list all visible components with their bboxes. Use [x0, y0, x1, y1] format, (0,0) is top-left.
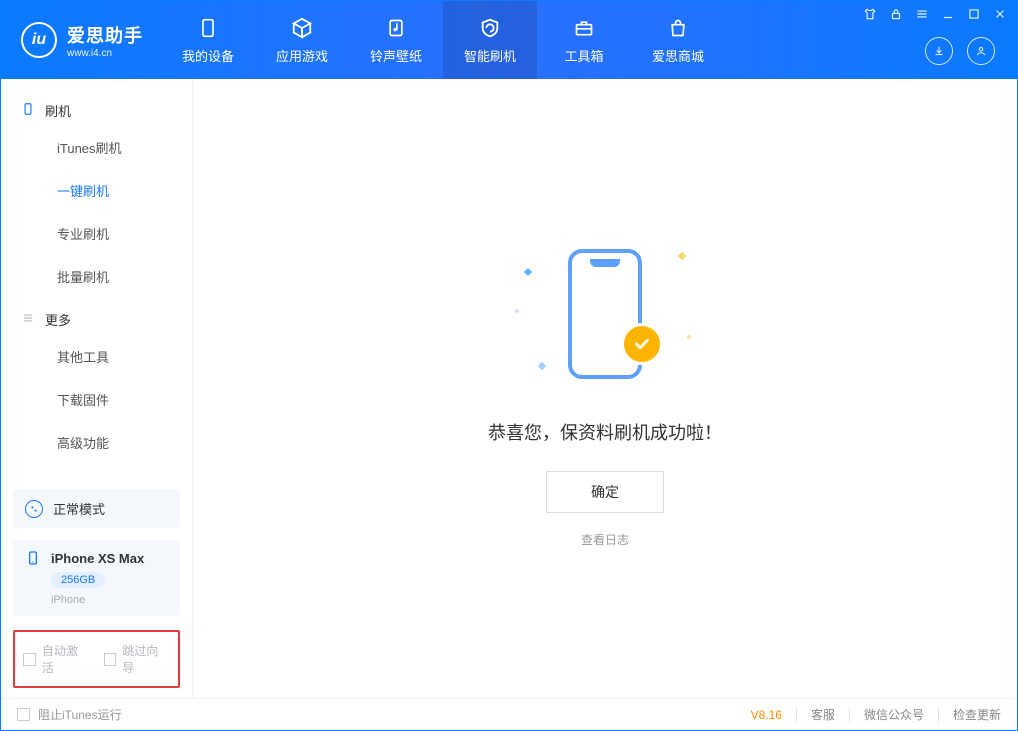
tshirt-icon[interactable] — [863, 7, 877, 21]
sidebar: 刷机 iTunes刷机 一键刷机 专业刷机 批量刷机 更多 其他工具 下载固件 … — [1, 79, 193, 698]
header: iu 爱思助手 www.i4.cn 我的设备 应用游戏 — [1, 1, 1017, 79]
shopping-bag-icon — [666, 16, 690, 40]
sparkle-icon — [524, 267, 532, 275]
menu-icon[interactable] — [915, 7, 929, 21]
dot-icon — [515, 309, 519, 313]
check-update-link[interactable]: 检查更新 — [953, 706, 1001, 723]
tab-smart-flash[interactable]: 智能刷机 — [443, 1, 537, 79]
skip-guide-label: 跳过向导 — [122, 642, 170, 676]
tab-label: 智能刷机 — [464, 46, 516, 65]
result-panel: 恭喜您，保资料刷机成功啦！ 确定 查看日志 — [488, 229, 722, 549]
nav-pro-flash[interactable]: 专业刷机 — [1, 212, 192, 255]
divider — [849, 708, 850, 722]
refresh-shield-icon — [478, 16, 502, 40]
ok-button[interactable]: 确定 — [546, 471, 664, 513]
view-log-link[interactable]: 查看日志 — [581, 533, 629, 547]
block-itunes-label: 阻止iTunes运行 — [38, 706, 122, 723]
phone-icon — [196, 16, 220, 40]
success-check-badge — [621, 323, 663, 365]
main-content: 恭喜您，保资料刷机成功啦！ 确定 查看日志 — [193, 79, 1017, 698]
dot-icon — [687, 335, 691, 339]
version-label: V8.16 — [751, 708, 782, 722]
nav-advanced[interactable]: 高级功能 — [1, 421, 192, 464]
options-highlight-box: 自动激活 跳过向导 — [13, 630, 180, 688]
checkbox-icon — [104, 653, 117, 666]
status-left: 阻止iTunes运行 — [17, 706, 122, 723]
nav-one-click-flash[interactable]: 一键刷机 — [1, 169, 192, 212]
tab-label: 爱思商城 — [652, 46, 704, 65]
tab-store[interactable]: 爱思商城 — [631, 1, 725, 79]
tab-label: 工具箱 — [564, 46, 603, 65]
minimize-icon[interactable] — [941, 7, 955, 21]
tab-label: 铃声壁纸 — [370, 46, 422, 65]
window-controls — [863, 7, 1007, 21]
nav-other-tools[interactable]: 其他工具 — [1, 335, 192, 378]
tab-apps-games[interactable]: 应用游戏 — [255, 1, 349, 79]
divider — [938, 708, 939, 722]
logo-block: iu 爱思助手 www.i4.cn — [1, 1, 161, 79]
user-account-button[interactable] — [967, 37, 995, 65]
close-icon[interactable] — [993, 7, 1007, 21]
checkbox-icon — [23, 653, 36, 666]
section-flash-header: 刷机 — [1, 89, 192, 126]
normal-mode-icon — [25, 500, 43, 518]
sparkle-icon — [678, 251, 686, 259]
checkbox-skip-guide[interactable]: 跳过向导 — [104, 642, 171, 676]
device-card[interactable]: iPhone XS Max 256GB iPhone — [13, 540, 180, 616]
toolbox-icon — [572, 16, 596, 40]
nav-download-firmware[interactable]: 下载固件 — [1, 378, 192, 421]
success-illustration — [495, 229, 715, 399]
brand-name: 爱思助手 — [67, 22, 143, 48]
section-more-label: 更多 — [45, 310, 71, 329]
music-note-icon — [384, 16, 408, 40]
body: 刷机 iTunes刷机 一键刷机 专业刷机 批量刷机 更多 其他工具 下载固件 … — [1, 79, 1017, 698]
tab-toolbox[interactable]: 工具箱 — [537, 1, 631, 79]
cube-icon — [290, 16, 314, 40]
device-phone-icon — [25, 550, 41, 566]
brand-url: www.i4.cn — [67, 48, 143, 59]
support-link[interactable]: 客服 — [811, 706, 835, 723]
checkbox-icon — [17, 708, 30, 721]
status-bar: 阻止iTunes运行 V8.16 客服 微信公众号 检查更新 — [1, 698, 1017, 730]
lock-icon[interactable] — [889, 7, 903, 21]
divider — [796, 708, 797, 722]
status-right: V8.16 客服 微信公众号 检查更新 — [751, 706, 1001, 723]
checkbox-auto-activate[interactable]: 自动激活 — [23, 642, 90, 676]
sparkle-icon — [538, 361, 546, 369]
auto-activate-label: 自动激活 — [42, 642, 90, 676]
app-window: iu 爱思助手 www.i4.cn 我的设备 应用游戏 — [0, 0, 1018, 731]
logo-icon: iu — [21, 22, 57, 58]
success-message: 恭喜您，保资料刷机成功啦！ — [488, 419, 722, 445]
phone-outline-icon — [21, 102, 35, 119]
tab-my-device[interactable]: 我的设备 — [161, 1, 255, 79]
mode-card[interactable]: 正常模式 — [13, 489, 180, 528]
header-tabs: 我的设备 应用游戏 铃声壁纸 智能刷机 — [161, 1, 725, 79]
header-circle-buttons — [925, 37, 995, 65]
maximize-icon[interactable] — [967, 7, 981, 21]
nav-itunes-flash[interactable]: iTunes刷机 — [1, 126, 192, 169]
device-type: iPhone — [51, 594, 168, 606]
mode-label: 正常模式 — [53, 499, 105, 518]
tab-label: 应用游戏 — [276, 46, 328, 65]
device-storage: 256GB — [51, 572, 105, 588]
tab-label: 我的设备 — [182, 46, 234, 65]
device-name: iPhone XS Max — [51, 551, 144, 566]
checkbox-block-itunes[interactable]: 阻止iTunes运行 — [17, 706, 122, 723]
logo-text: 爱思助手 www.i4.cn — [67, 22, 143, 59]
download-button[interactable] — [925, 37, 953, 65]
section-flash-label: 刷机 — [45, 101, 71, 120]
section-more-header: 更多 — [1, 298, 192, 335]
nav-batch-flash[interactable]: 批量刷机 — [1, 255, 192, 298]
wechat-link[interactable]: 微信公众号 — [864, 706, 924, 723]
list-icon — [21, 311, 35, 328]
tab-ringtones-wallpapers[interactable]: 铃声壁纸 — [349, 1, 443, 79]
